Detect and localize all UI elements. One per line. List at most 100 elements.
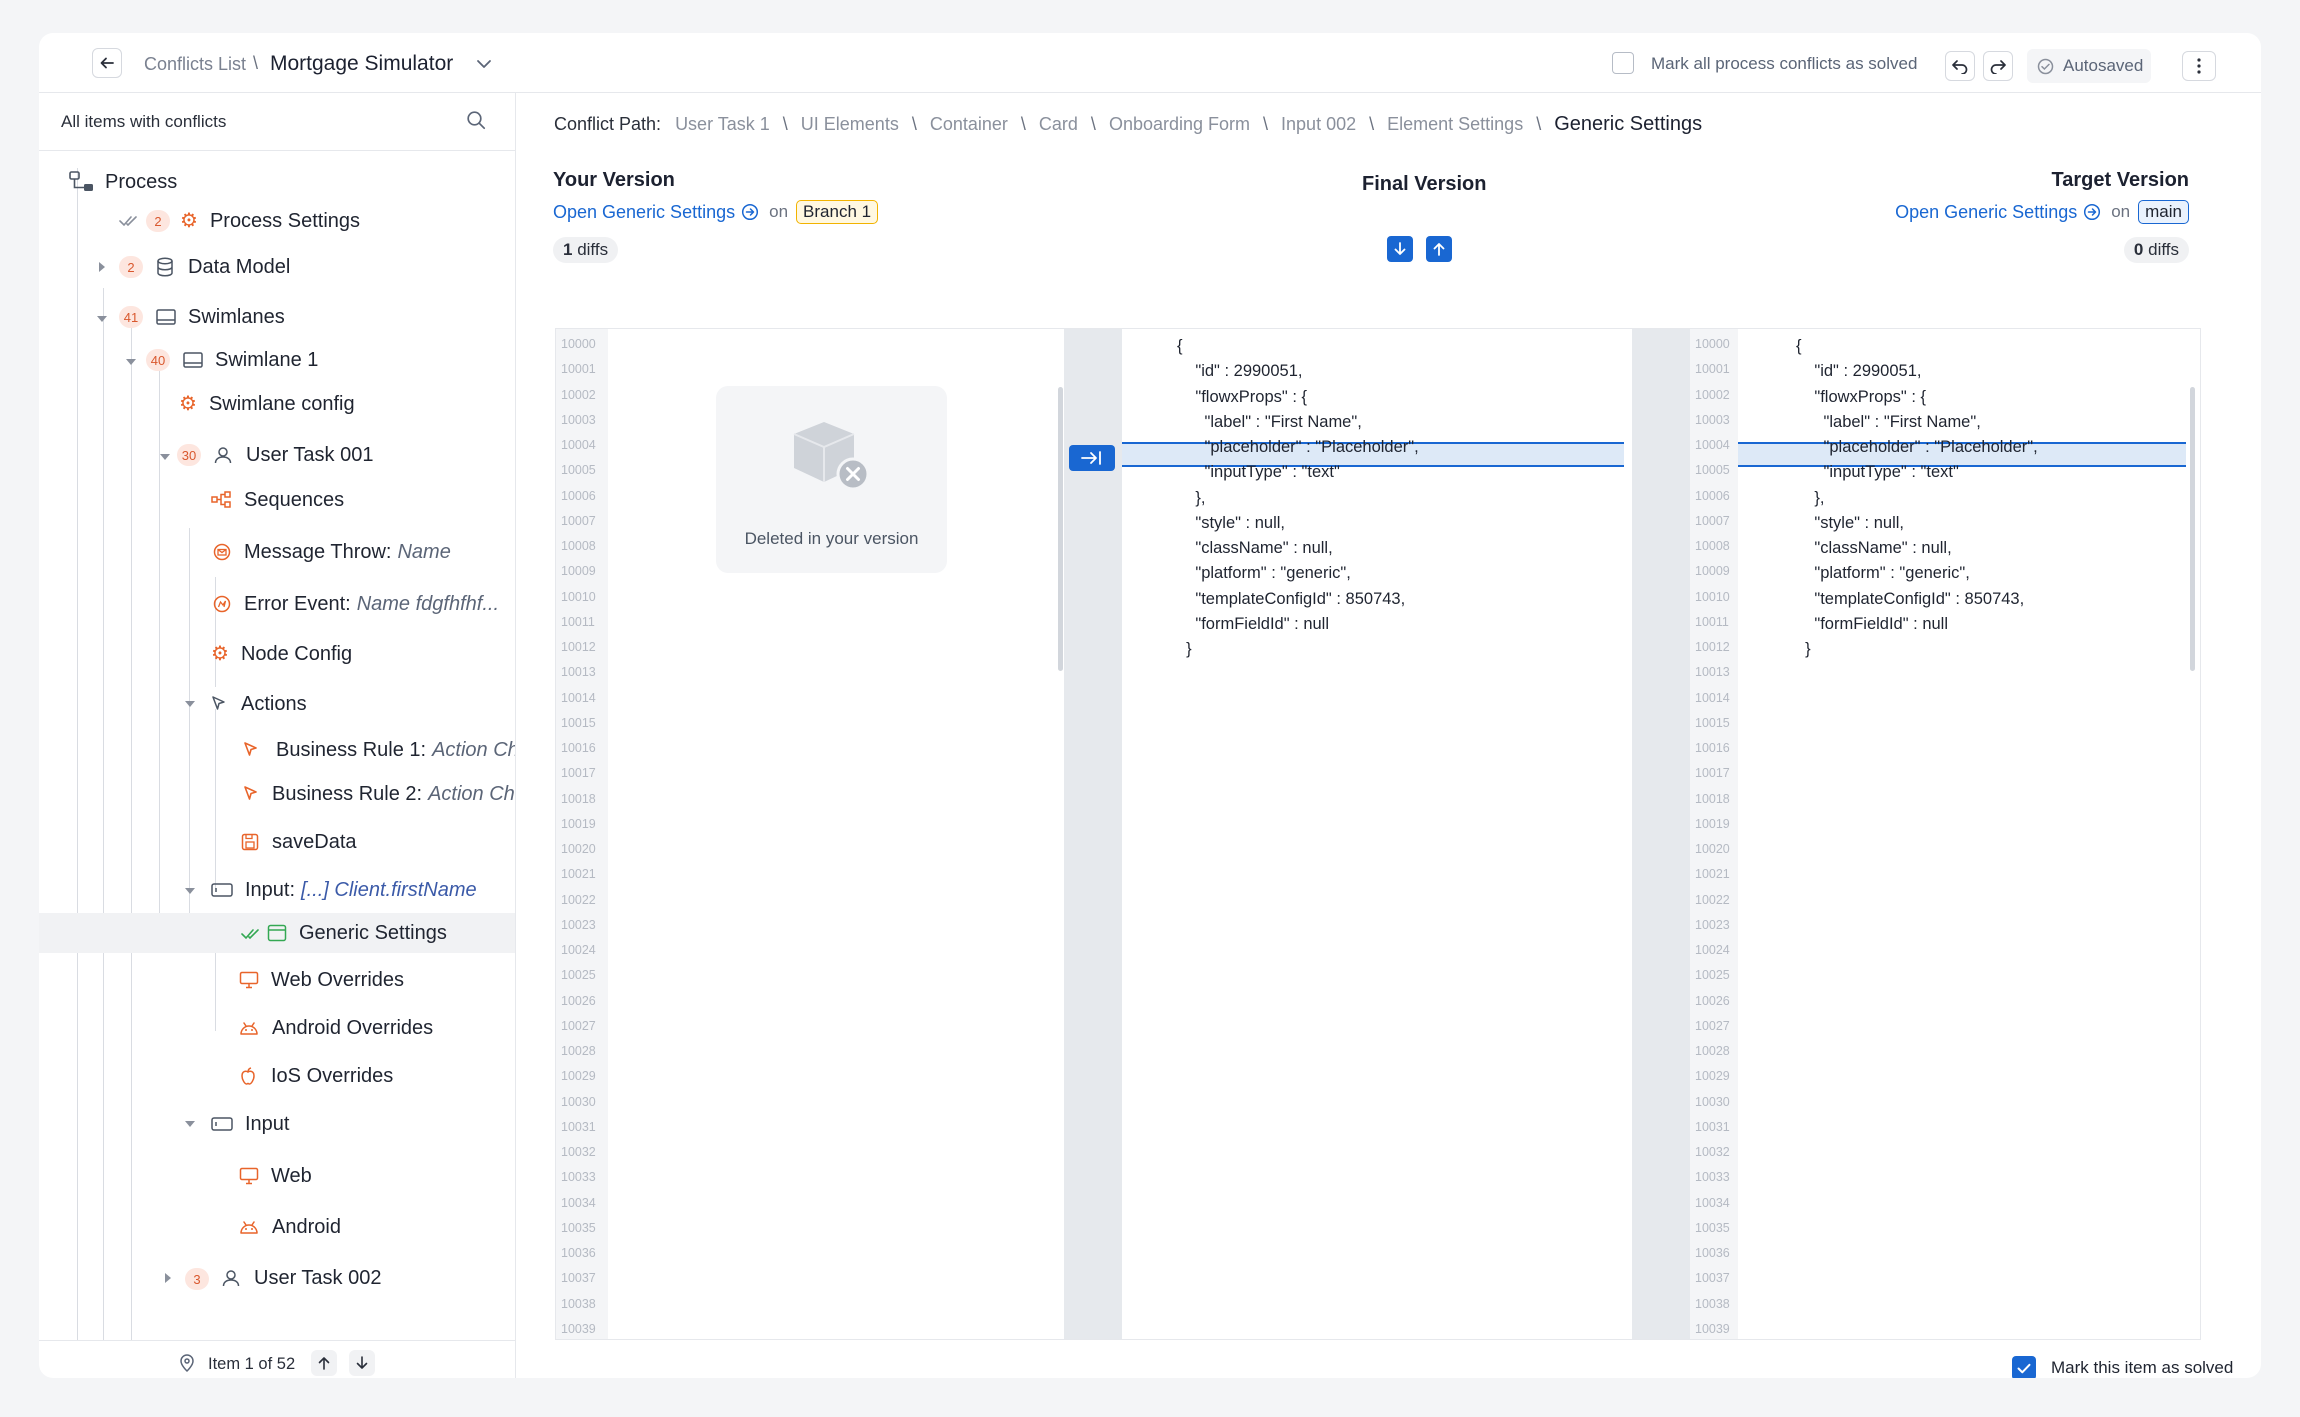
- target-version-source: Open Generic Settings on main: [1895, 200, 2189, 224]
- line-number: 10015: [1695, 715, 1730, 730]
- line-number: 10002: [1695, 387, 1730, 402]
- open-generic-settings-link[interactable]: Open Generic Settings: [553, 202, 735, 223]
- tree-item-node-config[interactable]: ⚙ Node Config: [211, 637, 352, 671]
- sequence-flow-icon: [211, 491, 231, 508]
- arrow-circle-right-icon[interactable]: [2083, 203, 2101, 221]
- expand-caret-icon[interactable]: [99, 262, 105, 272]
- path-segment[interactable]: User Task 1: [675, 114, 770, 135]
- line-number: 10000: [561, 337, 596, 351]
- more-options-button[interactable]: [2182, 51, 2216, 81]
- line-number: 10011: [561, 614, 595, 629]
- path-segment[interactable]: Card: [1039, 114, 1078, 135]
- code-line: "templateConfigId" : 850743,: [1796, 589, 2025, 608]
- on-label: on: [769, 202, 789, 221]
- tree-item-message-throw[interactable]: Message Throw: Name: [213, 535, 451, 569]
- accept-change-button[interactable]: [1069, 445, 1115, 471]
- location-pin-icon: [180, 1354, 194, 1372]
- undo-button[interactable]: [1945, 51, 1975, 81]
- tree-item-data-model[interactable]: Data Model: [156, 250, 290, 284]
- tree-item-android-overrides[interactable]: Android Overrides: [239, 1011, 433, 1045]
- tree-item-web-overrides[interactable]: Web Overrides: [239, 963, 404, 997]
- arrow-circle-right-icon[interactable]: [741, 203, 759, 221]
- branch-badge: main: [2138, 200, 2189, 224]
- line-number: 10012: [1695, 640, 1730, 654]
- tree-item-value: Action Che: [432, 738, 515, 761]
- database-icon: [157, 257, 173, 277]
- back-button[interactable]: [92, 48, 122, 78]
- next-item-button[interactable]: [349, 1350, 375, 1376]
- tree-item-error-event[interactable]: Error Event: Name fdgfhfhf...: [213, 587, 499, 621]
- search-icon[interactable]: [466, 110, 486, 130]
- path-separator: \: [1090, 114, 1096, 134]
- line-number: 10001: [561, 362, 596, 377]
- conflict-path-label: Conflict Path:: [554, 114, 662, 134]
- previous-item-button[interactable]: [311, 1350, 337, 1376]
- next-diff-button[interactable]: [1426, 236, 1452, 262]
- diffs-word: diffs: [577, 240, 609, 259]
- collapse-caret-icon[interactable]: [185, 701, 195, 707]
- collapse-caret-icon[interactable]: [126, 359, 136, 365]
- path-segment[interactable]: UI Elements: [801, 114, 899, 135]
- code-line: "placeholder" : "Placeholder",: [1177, 438, 1419, 456]
- tree-item-save-data[interactable]: saveData: [241, 825, 357, 859]
- branch-badge: Branch 1: [796, 200, 879, 224]
- path-segment[interactable]: Container: [930, 114, 1008, 135]
- tree-item-process-settings[interactable]: ⚙ Process Settings: [180, 204, 360, 238]
- code-line: "id" : 2990051,: [1796, 362, 1922, 381]
- expand-caret-icon[interactable]: [165, 1273, 171, 1283]
- tree-guide: [131, 321, 132, 1340]
- tree-item-label: Android: [272, 1215, 341, 1238]
- your-version-title: Your Version: [553, 169, 675, 191]
- scrollbar[interactable]: [1058, 387, 1063, 671]
- breadcrumb-parent[interactable]: Conflicts List: [144, 54, 246, 75]
- line-number: 10021: [561, 867, 596, 882]
- open-generic-settings-link[interactable]: Open Generic Settings: [1895, 202, 2077, 223]
- collapse-caret-icon[interactable]: [185, 888, 195, 894]
- line-number: 10005: [561, 463, 596, 478]
- tree-item-business-rule-2[interactable]: Business Rule 2: Action Che: [241, 777, 515, 811]
- arrow-up-icon: [318, 1357, 330, 1370]
- path-segment[interactable]: Onboarding Form: [1109, 114, 1250, 135]
- mark-all-checkbox[interactable]: [1612, 52, 1634, 74]
- path-segment[interactable]: Input 002: [1281, 114, 1356, 135]
- code-line: "style" : null,: [1177, 513, 1285, 532]
- tree-item-swimlane-1[interactable]: Swimlane 1: [183, 343, 318, 377]
- redo-button[interactable]: [1983, 51, 2013, 81]
- tree-item-swimlane-config[interactable]: ⚙ Swimlane config: [179, 387, 355, 421]
- tree-item-ios-overrides[interactable]: IoS Overrides: [239, 1059, 393, 1093]
- mark-item-checkbox[interactable]: [2012, 1356, 2036, 1378]
- tree-item-label: Sequences: [244, 488, 345, 511]
- android-icon: [240, 1022, 258, 1035]
- tree-item-swimlanes[interactable]: Swimlanes: [156, 300, 285, 334]
- line-number: 10023: [561, 917, 596, 932]
- double-check-icon: [241, 929, 259, 940]
- tree-item-android[interactable]: Android: [239, 1210, 341, 1244]
- collapse-caret-icon[interactable]: [185, 1121, 195, 1127]
- deleted-box-icon: [793, 422, 870, 491]
- tree-item-process[interactable]: Process: [69, 165, 177, 199]
- tree-item-user-task-002[interactable]: User Task 002: [222, 1261, 381, 1295]
- tree-item-business-rule-1[interactable]: Business Rule 1: Action Che: [241, 733, 515, 767]
- collapse-caret-icon[interactable]: [160, 454, 170, 460]
- tree-item-actions[interactable]: Actions: [209, 687, 307, 721]
- chevron-down-icon[interactable]: [476, 58, 492, 70]
- line-number: 10035: [561, 1220, 596, 1235]
- arrow-down-icon: [356, 1356, 368, 1369]
- scrollbar[interactable]: [2190, 387, 2195, 671]
- tree-item-sequences[interactable]: Sequences: [211, 483, 344, 517]
- tree-item-input-firstname[interactable]: Input: [...] Client.firstName: [211, 873, 477, 907]
- line-number: 10018: [561, 791, 596, 806]
- tree-item-user-task-001[interactable]: User Task 001: [214, 438, 373, 472]
- tree-item-web[interactable]: Web: [239, 1159, 312, 1193]
- previous-diff-button[interactable]: [1387, 236, 1413, 262]
- tree-item-label: Business Rule 2:: [272, 782, 423, 805]
- line-number: 10037: [1695, 1271, 1730, 1286]
- tree-item-label: Swimlanes: [188, 305, 285, 328]
- tree-item-input[interactable]: Input: [211, 1107, 289, 1141]
- collapse-caret-icon[interactable]: [97, 316, 107, 322]
- line-number: 10029: [1695, 1069, 1730, 1084]
- path-segment[interactable]: Element Settings: [1387, 114, 1523, 135]
- tree-item-value: Action Che: [428, 782, 515, 805]
- tree-item-generic-settings[interactable]: Generic Settings: [267, 916, 447, 950]
- code-line: "formFieldId" : null: [1177, 614, 1330, 633]
